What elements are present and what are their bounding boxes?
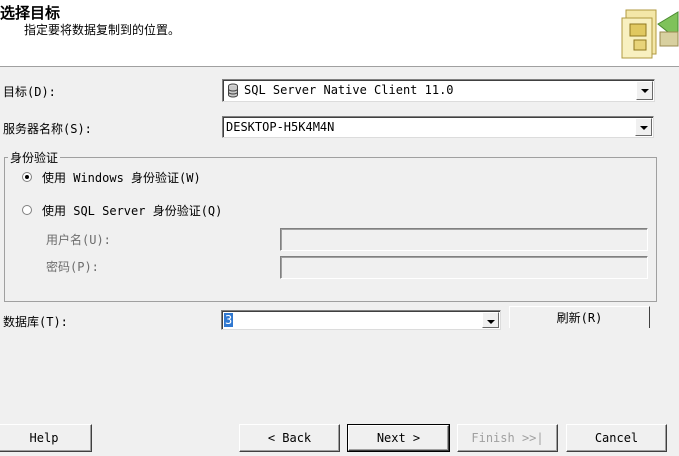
destination-value: SQL Server Native Client 11.0 — [244, 83, 454, 97]
server-name-combobox[interactable]: DESKTOP-H5K4M4N — [222, 116, 654, 138]
password-input[interactable] — [280, 256, 648, 279]
page-title: 选择目标 — [0, 4, 61, 22]
username-label: 用户名(U): — [46, 233, 111, 247]
password-label: 密码(P): — [46, 260, 99, 274]
chevron-down-icon[interactable] — [635, 118, 652, 136]
cancel-button[interactable]: Cancel — [566, 424, 667, 452]
page-subtitle: 指定要将数据复制到的位置。 — [24, 23, 181, 37]
database-icon — [227, 83, 239, 98]
database-combobox[interactable]: 3 — [221, 310, 501, 330]
wizard-icon — [620, 4, 679, 62]
chevron-down-icon[interactable] — [482, 312, 499, 328]
refresh-button[interactable]: 刷新(R) — [509, 306, 650, 328]
windows-auth-radio[interactable] — [22, 172, 32, 182]
destination-select[interactable]: SQL Server Native Client 11.0 — [222, 79, 655, 102]
back-button[interactable]: < Back — [239, 424, 340, 452]
server-name-label: 服务器名称(S): — [3, 122, 92, 136]
authentication-group-title: 身份验证 — [8, 149, 61, 166]
server-name-value: DESKTOP-H5K4M4N — [226, 120, 335, 134]
chevron-down-icon[interactable] — [636, 81, 653, 100]
sql-auth-radio[interactable] — [22, 205, 32, 215]
windows-auth-label[interactable]: 使用 Windows 身份验证(W) — [42, 169, 201, 186]
sql-auth-label[interactable]: 使用 SQL Server 身份验证(Q) — [42, 202, 222, 219]
help-button[interactable]: Help — [0, 424, 92, 452]
finish-button[interactable]: Finish >>| — [457, 424, 558, 452]
database-label: 数据库(T): — [3, 315, 68, 329]
header-divider — [0, 66, 679, 67]
username-input[interactable] — [280, 228, 648, 251]
database-value: 3 — [224, 313, 234, 327]
destination-label: 目标(D): — [3, 85, 56, 99]
next-button[interactable]: Next > — [347, 424, 450, 452]
